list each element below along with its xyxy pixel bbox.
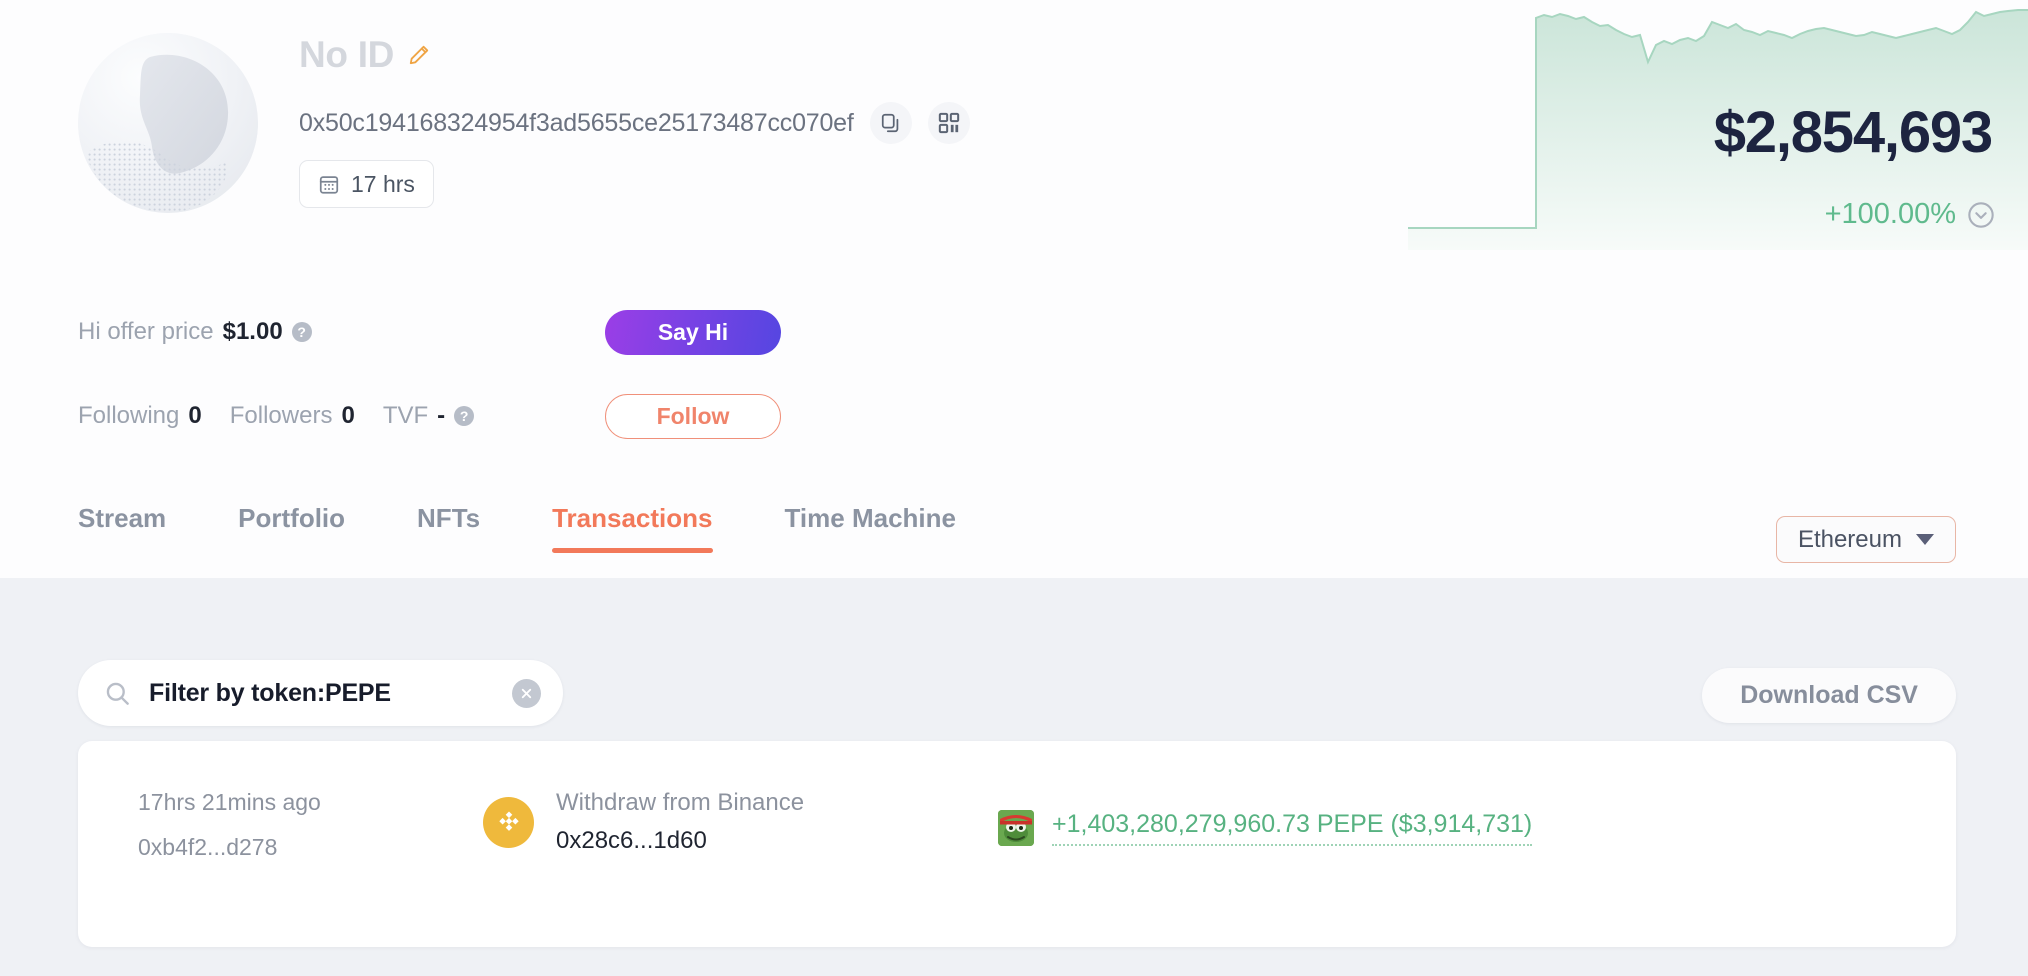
tab-portfolio[interactable]: Portfolio — [238, 505, 345, 553]
download-csv-button[interactable]: Download CSV — [1702, 668, 1956, 723]
question-mark-icon[interactable]: ? — [291, 322, 312, 342]
address-row: 0x50c194168324954f3ad5655ce25173487cc070… — [299, 102, 970, 144]
stat-following-label: Following — [78, 402, 180, 429]
tab-stream[interactable]: Stream — [78, 505, 166, 553]
chevron-down-circle-icon[interactable] — [1967, 201, 1995, 229]
transaction-time: 17hrs 21mins ago — [138, 789, 321, 815]
transactions-card: 17hrs 21mins ago 0xb4f2...d278 Withdraw … — [78, 741, 1956, 947]
stat-following[interactable]: Following 0 — [78, 404, 202, 428]
tab-time-machine[interactable]: Time Machine — [785, 505, 956, 553]
pepe-token-icon — [998, 809, 1034, 846]
balance-change-percent: +100.00% — [1824, 198, 1956, 230]
copy-icon — [881, 113, 898, 133]
caret-down-icon — [1916, 534, 1934, 545]
stat-tvf-label: TVF — [382, 402, 429, 429]
avatar — [78, 33, 258, 213]
hi-offer-price-value: $1.00 — [222, 318, 283, 345]
qr-code-icon — [938, 112, 959, 134]
chain-selector-value: Ethereum — [1797, 525, 1902, 553]
page-title: No ID — [299, 34, 395, 75]
balance-panel: $2,854,693 +100.00% — [1408, 0, 2028, 250]
transaction-hash[interactable]: 0xb4f2...d278 — [138, 836, 321, 859]
transaction-counterparty[interactable]: 0x28c6...1d60 — [556, 829, 804, 853]
close-circle-icon[interactable] — [512, 678, 541, 708]
hi-offer-price-row: Hi offer price $1.00 ? — [78, 320, 312, 344]
token-filter-value: Filter by token:PEPE — [149, 678, 391, 707]
transactions-section: Filter by token:PEPE Download CSV 17hrs … — [0, 578, 2028, 976]
transaction-labels: Withdraw from Binance 0x28c6...1d60 — [556, 791, 804, 853]
follow-button[interactable]: Follow — [605, 394, 781, 439]
copy-address-button[interactable] — [869, 102, 912, 144]
balance-amount: $2,854,693 — [1713, 100, 1993, 165]
stat-followers-label: Followers — [229, 402, 333, 429]
transaction-action: Withdraw from Binance — [556, 789, 805, 816]
wallet-address[interactable]: 0x50c194168324954f3ad5655ce25173487cc070… — [299, 110, 854, 136]
transaction-meta: 17hrs 21mins ago 0xb4f2...d278 — [138, 791, 321, 859]
profile-header: No ID 0x50c194168324954f3ad5655ce2517348… — [0, 0, 2028, 578]
transaction-amount[interactable]: +1,403,280,279,960.73 PEPE ($3,914,731) — [1052, 809, 1533, 847]
pencil-icon[interactable] — [408, 44, 430, 66]
tab-nfts[interactable]: NFTs — [417, 505, 480, 553]
stat-following-value: 0 — [188, 402, 202, 429]
social-stats-row: Following 0 Followers 0 TVF - ? — [78, 402, 475, 429]
profile-tabs: Stream Portfolio NFTs Transactions Time … — [78, 505, 1028, 553]
stat-tvf-value: - — [437, 402, 446, 429]
wallet-age-label: 17 hrs — [351, 170, 415, 197]
profile-page: No ID 0x50c194168324954f3ad5655ce2517348… — [0, 0, 2028, 976]
stat-followers-value: 0 — [341, 402, 355, 429]
wallet-age-badge[interactable]: 17 hrs — [299, 160, 434, 208]
token-filter-input[interactable]: Filter by token:PEPE — [78, 660, 563, 726]
calendar-icon — [319, 176, 339, 194]
chain-selector[interactable]: Ethereum — [1775, 516, 1956, 563]
identity-name-row: No ID — [299, 36, 430, 73]
show-qr-button[interactable] — [927, 102, 970, 144]
balance-change-row: +100.00% — [1825, 200, 1995, 229]
search-icon — [106, 682, 129, 705]
transaction-source: Withdraw from Binance 0x28c6...1d60 — [483, 791, 804, 853]
stat-followers[interactable]: Followers 0 — [230, 404, 355, 428]
tab-transactions[interactable]: Transactions — [552, 505, 713, 553]
stat-tvf[interactable]: TVF - ? — [382, 402, 475, 429]
tvf-question-mark-icon[interactable]: ? — [454, 406, 475, 426]
transaction-amount-group: +1,403,280,279,960.73 PEPE ($3,914,731) — [998, 809, 1533, 847]
table-row[interactable]: 17hrs 21mins ago 0xb4f2...d278 Withdraw … — [78, 741, 1956, 947]
hi-offer-price-label: Hi offer price — [78, 318, 214, 345]
binance-icon — [483, 796, 534, 848]
say-hi-button[interactable]: Say Hi — [605, 310, 781, 355]
